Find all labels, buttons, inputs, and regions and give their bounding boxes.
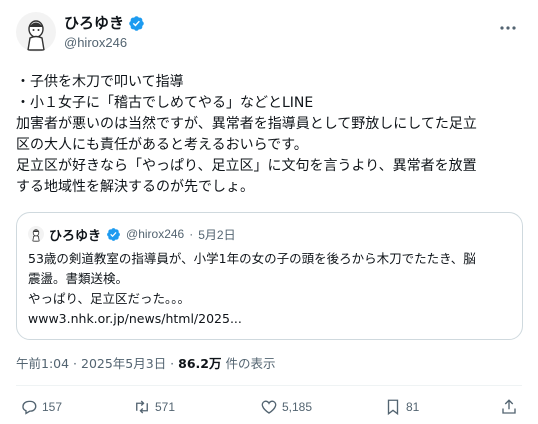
tweet-meta: 午前1:04 · 2025年5月3日 · 86.2万 件の表示 — [16, 355, 275, 373]
quoted-date: 5月2日 — [198, 227, 236, 242]
reply-icon — [22, 400, 37, 415]
tweet-line: ・小１女子に「稽古でしめてやる」などとLINE — [16, 95, 314, 111]
quoted-avatar — [28, 226, 44, 242]
quoted-display-name: ひろゆき — [49, 228, 102, 244]
bookmark-icon — [387, 399, 399, 416]
tweet-line: する地域性を解決するのが先でしょ。 — [16, 179, 254, 195]
retweet-icon — [136, 400, 148, 414]
like-count: 5,185 — [282, 400, 313, 414]
quoted-line: 53歳の剣道教室の指導員が、小学1年の女の子の頭を後ろから木刀でたたき、脳 — [28, 251, 476, 266]
like-button[interactable]: 5,185 — [260, 395, 312, 419]
display-name[interactable]: ひろゆき — [64, 13, 124, 33]
more-icon[interactable] — [498, 18, 518, 38]
views-count: 86.2万 — [178, 356, 222, 371]
verified-badge-icon — [128, 15, 145, 32]
share-icon — [502, 399, 516, 414]
bookmark-count: 81 — [406, 400, 420, 414]
quoted-link[interactable]: www3.nhk.or.jp/news/html/2025... — [28, 309, 514, 329]
avatar[interactable] — [16, 12, 56, 52]
action-bar: 157 571 5,185 81 — [16, 395, 522, 419]
tweet-line: 加害者が悪いのは当然ですが、異常者を指導員として野放しにしてた足立 — [16, 116, 477, 132]
views-label: 件の表示 — [221, 356, 276, 371]
tweet-header: ひろゆき @hirox246 — [16, 10, 522, 58]
like-icon — [261, 400, 277, 414]
quoted-line: やっぱり、足立区だった。。。 — [28, 291, 191, 306]
quoted-tweet[interactable]: ひろゆき @hirox246 · 5月2日 53歳の剣道教室の指導員が、小学1年… — [16, 212, 523, 340]
quoted-handle: @hirox246 — [126, 227, 185, 241]
reply-count: 157 — [42, 400, 63, 414]
quoted-separator: · — [189, 227, 194, 241]
divider — [16, 385, 522, 386]
quoted-line: 震盪。書類送検。 — [28, 271, 129, 286]
bookmark-button[interactable]: 81 — [384, 395, 419, 419]
retweet-count: 571 — [155, 400, 176, 414]
share-button[interactable] — [500, 395, 518, 419]
tweet-line: 足立区が好きなら「やっぱり、足立区」に文句を言うより、異常者を放置 — [16, 158, 477, 174]
retweet-button[interactable]: 571 — [133, 395, 175, 419]
tweet-line: 区の大人にも責任があると考えるおいらです。 — [16, 137, 308, 153]
reply-button[interactable]: 157 — [20, 395, 62, 419]
timestamp[interactable]: 午前1:04 · 2025年5月3日 · — [16, 356, 178, 371]
tweet-text: ・子供を木刀で叩いて指導 ・小１女子に「稽古でしめてやる」などとLINE 加害者… — [16, 72, 522, 198]
tweet-line: ・子供を木刀で叩いて指導 — [16, 74, 184, 90]
verified-badge-icon — [106, 227, 121, 242]
quoted-body: 53歳の剣道教室の指導員が、小学1年の女の子の頭を後ろから木刀でたたき、脳 震盪… — [28, 249, 514, 329]
user-handle[interactable]: @hirox246 — [64, 33, 145, 53]
